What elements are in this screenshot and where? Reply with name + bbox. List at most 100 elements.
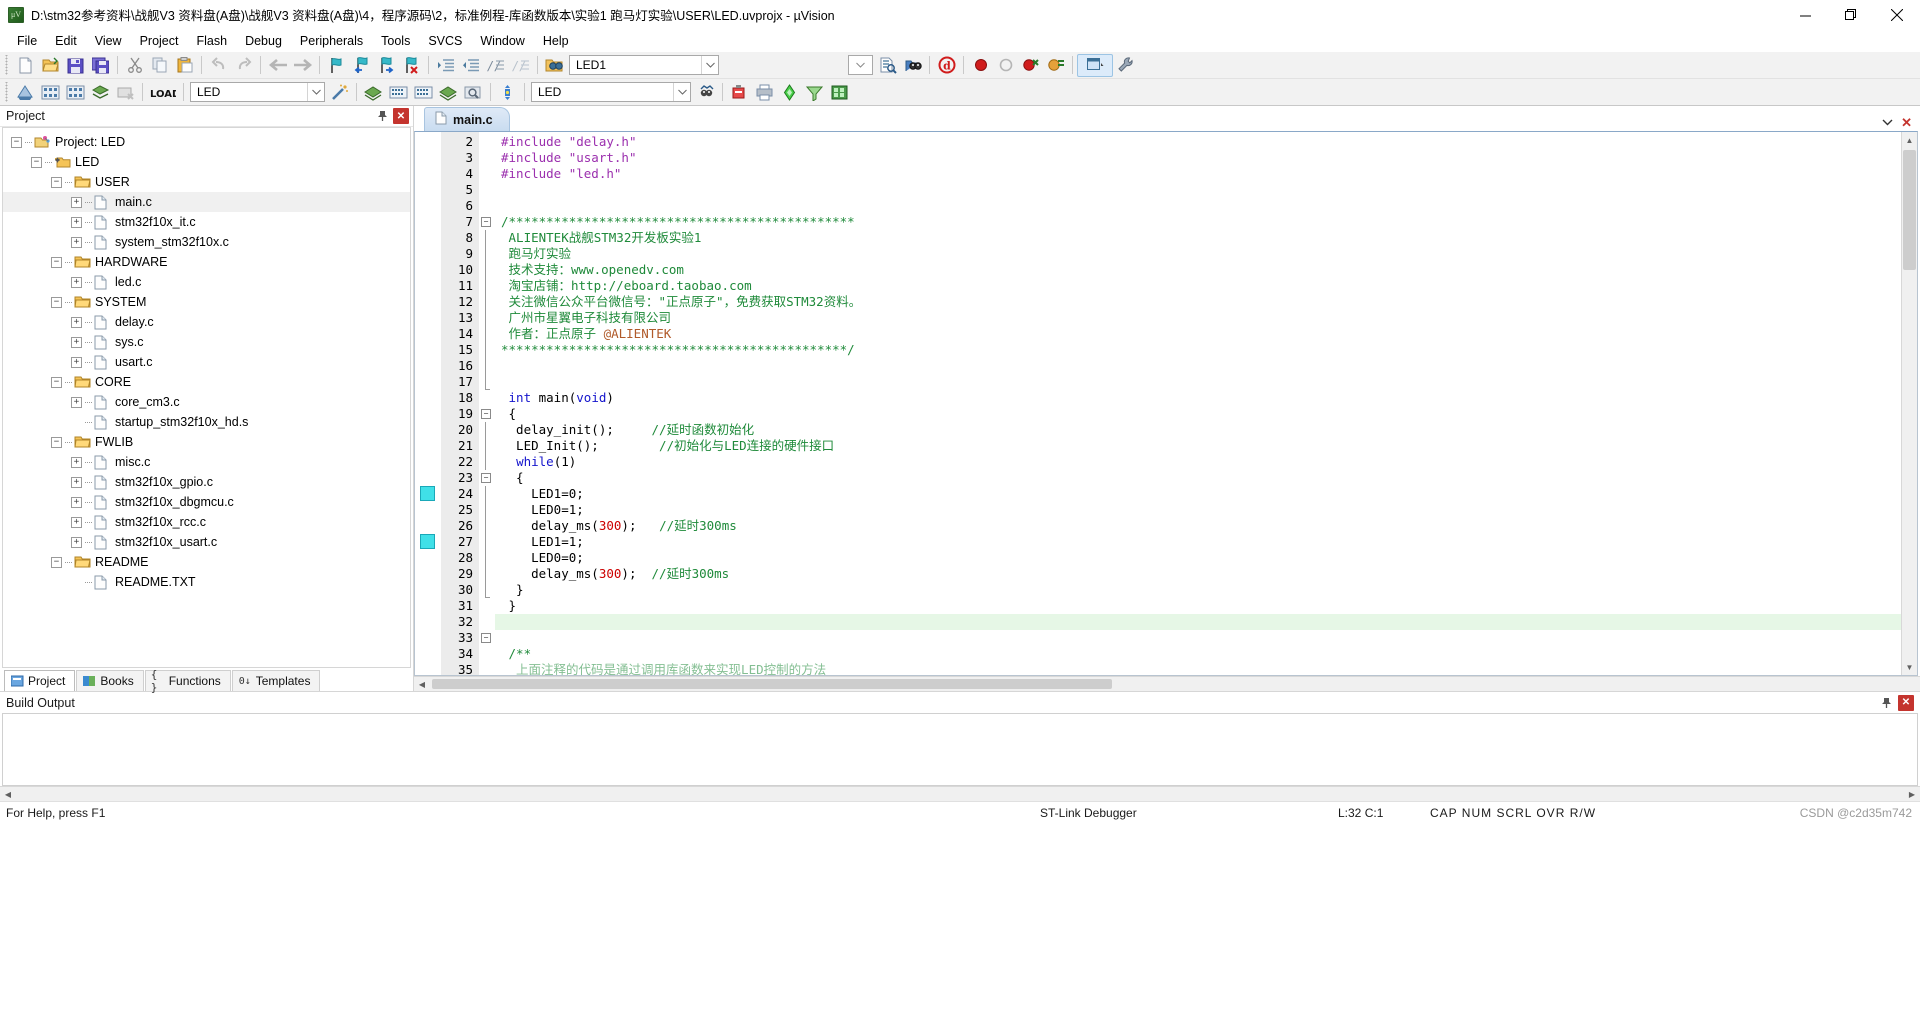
close-panel-icon[interactable]: ✕	[393, 108, 409, 124]
close-button[interactable]	[1874, 0, 1920, 30]
pin-icon[interactable]	[1878, 694, 1895, 711]
new-file-button[interactable]	[13, 54, 38, 77]
tab-books[interactable]: Books	[76, 670, 144, 691]
copy-button[interactable]	[147, 54, 172, 77]
target-options-magic-wand-button[interactable]	[327, 81, 352, 104]
kill-all-breakpoints-button[interactable]	[1018, 54, 1043, 77]
breakpoint-marker[interactable]	[420, 486, 435, 501]
tree-node[interactable]: + core_cm3.c	[3, 392, 410, 412]
chevron-down-icon[interactable]	[307, 83, 324, 101]
tree-node[interactable]: + delay.c	[3, 312, 410, 332]
editor-vertical-scrollbar[interactable]: ▲ ▼	[1901, 132, 1917, 675]
fold-toggle-icon[interactable]: −	[481, 633, 491, 643]
filter-button[interactable]	[802, 81, 827, 104]
expander-plus-icon[interactable]: +	[71, 356, 82, 368]
manage-runtime-env-button[interactable]	[411, 81, 436, 104]
restore-button[interactable]	[1828, 0, 1874, 30]
download-button[interactable]: LOAD	[147, 81, 179, 104]
scroll-left-icon[interactable]: ◀	[0, 790, 16, 799]
build-output-hscrollbar[interactable]: ◀ ▶	[0, 786, 1920, 801]
find-next-button[interactable]	[875, 54, 900, 77]
expander-minus-icon[interactable]: −	[11, 136, 22, 148]
expander-plus-icon[interactable]: +	[71, 196, 82, 208]
tree-node[interactable]: + startup_stm32f10x_hd.s	[3, 412, 410, 432]
comment-lines-button[interactable]: //	[483, 54, 508, 77]
tree-node[interactable]: − CORE	[3, 372, 410, 392]
expander-plus-icon[interactable]: +	[71, 316, 82, 328]
menu-window[interactable]: Window	[471, 32, 533, 50]
stop-build-button[interactable]	[113, 81, 138, 104]
indent-left-button[interactable]	[458, 54, 483, 77]
project-target-combo[interactable]: LED	[531, 82, 691, 102]
tree-node[interactable]: + misc.c	[3, 452, 410, 472]
tree-node[interactable]: + stm32f10x_rcc.c	[3, 512, 410, 532]
tab-templates[interactable]: 0↓ Templates	[231, 670, 321, 691]
paste-button[interactable]	[172, 54, 197, 77]
toolbar-grip[interactable]	[4, 82, 11, 102]
disable-breakpoint-button[interactable]	[993, 54, 1018, 77]
translate-file-button[interactable]	[13, 81, 38, 104]
navigate-forward-button[interactable]	[290, 54, 315, 77]
code-folding-gutter[interactable]: − − − −	[479, 132, 495, 675]
tree-node[interactable]: + sys.c	[3, 332, 410, 352]
expander-minus-icon[interactable]: −	[51, 376, 62, 388]
expander-plus-icon[interactable]: +	[71, 456, 82, 468]
find-search-combo[interactable]: LED1	[569, 55, 719, 75]
start-debug-button[interactable]: d	[934, 54, 959, 77]
tree-node[interactable]: − SYSTEM	[3, 292, 410, 312]
uncomment-lines-button[interactable]: //	[508, 54, 533, 77]
tab-functions[interactable]: { } Functions	[144, 668, 231, 694]
expander-minus-icon[interactable]: −	[51, 436, 62, 448]
expander-plus-icon[interactable]: +	[71, 516, 82, 528]
scroll-right-icon[interactable]: ▶	[1904, 790, 1920, 799]
browse-symbol-button[interactable]	[900, 54, 925, 77]
tree-node[interactable]: + led.c	[3, 272, 410, 292]
menu-svcs[interactable]: SVCS	[419, 32, 471, 50]
open-folder-button[interactable]	[38, 54, 63, 77]
build-target-button[interactable]	[38, 81, 63, 104]
close-tab-icon[interactable]: ✕	[1901, 115, 1912, 131]
manage-project-items-button[interactable]	[727, 81, 752, 104]
project-search-button[interactable]	[693, 81, 718, 104]
expander-plus-icon[interactable]: +	[71, 216, 82, 228]
bookmark-sync-button[interactable]	[495, 81, 520, 104]
tree-node[interactable]: + stm32f10x_usart.c	[3, 532, 410, 552]
scrollbar-thumb[interactable]	[432, 679, 1112, 689]
configuration-wizard-button[interactable]	[1113, 54, 1138, 77]
tree-node[interactable]: + usart.c	[3, 352, 410, 372]
toolbar-grip[interactable]	[4, 55, 11, 75]
tree-node[interactable]: − USER	[3, 172, 410, 192]
expander-plus-icon[interactable]: +	[71, 236, 82, 248]
scrollbar-thumb[interactable]	[1903, 150, 1916, 270]
expander-plus-icon[interactable]: +	[71, 496, 82, 508]
find-in-files-button[interactable]	[542, 54, 567, 77]
menu-project[interactable]: Project	[131, 32, 188, 50]
expander-minus-icon[interactable]: −	[31, 156, 42, 168]
code-editor[interactable]: 2 3 4 5 6 7 8 9 10 11 12 13 14 15 16 17 …	[414, 131, 1918, 676]
scroll-left-icon[interactable]: ◀	[414, 680, 430, 689]
minimize-button[interactable]	[1782, 0, 1828, 30]
software-packs-button[interactable]	[436, 81, 461, 104]
clear-bookmarks-button[interactable]	[399, 54, 424, 77]
cut-button[interactable]	[122, 54, 147, 77]
fold-toggle-icon[interactable]: −	[481, 473, 491, 483]
breakpoint-gutter[interactable]	[415, 132, 441, 675]
tab-project[interactable]: Project	[4, 670, 76, 691]
undo-arrow-button[interactable]	[206, 54, 231, 77]
find-options-dropdown[interactable]	[848, 55, 873, 75]
scroll-up-icon[interactable]: ▲	[1902, 132, 1917, 148]
menu-peripherals[interactable]: Peripherals	[291, 32, 372, 50]
expander-plus-icon[interactable]: +	[71, 336, 82, 348]
window-layout-dropdown[interactable]	[1077, 53, 1113, 77]
breakpoint-marker[interactable]	[420, 534, 435, 549]
next-bookmark-button[interactable]	[374, 54, 399, 77]
save-all-button[interactable]	[88, 54, 113, 77]
tree-node[interactable]: + README.TXT	[3, 572, 410, 592]
close-panel-icon[interactable]: ✕	[1898, 694, 1914, 711]
components-overview-button[interactable]	[827, 81, 852, 104]
tree-node[interactable]: + stm32f10x_gpio.c	[3, 472, 410, 492]
expander-minus-icon[interactable]: −	[51, 256, 62, 268]
expander-plus-icon[interactable]: +	[71, 476, 82, 488]
expander-plus-icon[interactable]: +	[71, 276, 82, 288]
tree-node[interactable]: − HARDWARE	[3, 252, 410, 272]
